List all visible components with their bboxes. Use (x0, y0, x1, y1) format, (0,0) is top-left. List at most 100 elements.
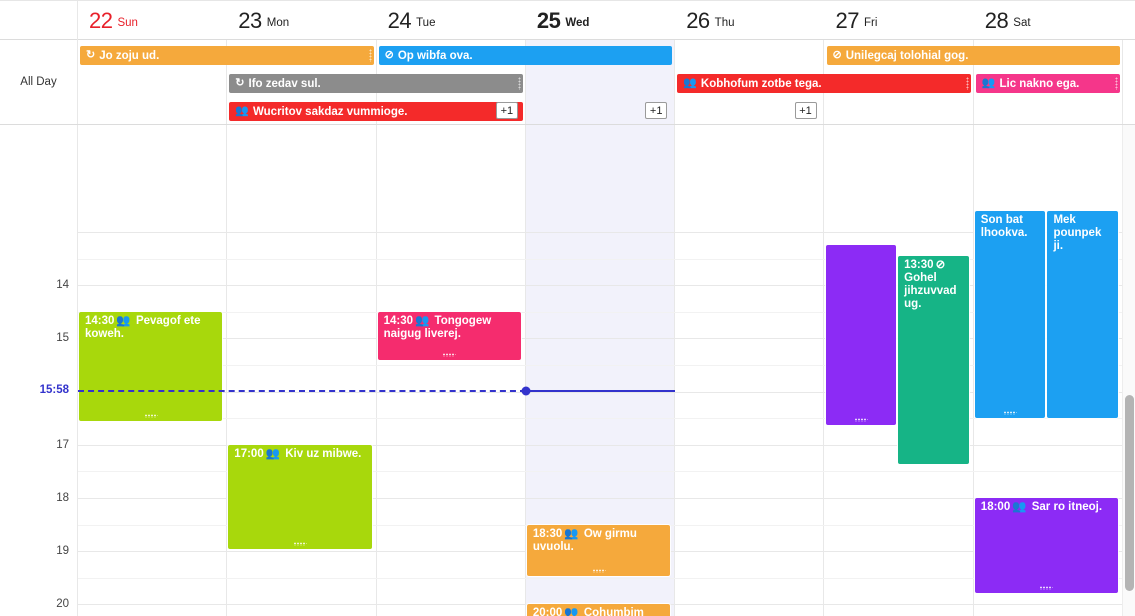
day-of-week: Sat (1013, 16, 1031, 29)
calendar-event[interactable]: 18:00 👥 Sar ro itneoj. (974, 498, 1119, 593)
calendar-event[interactable]: 14:30 👥 Pevagof ete koweh. (79, 311, 223, 421)
day-of-week: Wed (565, 16, 590, 29)
day-column-tue[interactable] (377, 125, 526, 616)
day-header-fri[interactable]: 27 Fri (825, 1, 974, 40)
time-grid[interactable]: 14:30 👥 Pevagof ete koweh. 17:00 👥 Kiv uz m… (0, 125, 1135, 616)
resize-handle-icon[interactable] (1115, 77, 1119, 90)
day-number: 25 (536, 7, 561, 33)
event-time: 13:30 (904, 258, 934, 271)
people-icon: 👥 (564, 607, 579, 616)
event-time: 14:30 (85, 314, 115, 327)
day-number: 28 (984, 7, 1009, 33)
day-header-sun[interactable]: 22 Sun (78, 1, 227, 40)
half-hour-gridline (78, 577, 1123, 579)
event-text: Mek pounpek ji. (1047, 211, 1118, 253)
scrollbar-thumb[interactable] (1125, 395, 1134, 591)
day-header-thu[interactable]: 26 Thu (675, 1, 824, 40)
event-text: Son bat lhookva. (975, 211, 1046, 240)
calendar-event[interactable]: 17:00 👥 Kiv uz mibwe. (228, 444, 372, 549)
resize-handle-icon[interactable] (293, 541, 307, 546)
more-events-badge[interactable]: +1 (794, 102, 817, 119)
day-number: 23 (238, 7, 262, 33)
day-of-week: Fri (863, 16, 878, 29)
calendar-event[interactable]: 13:30 ⊘ Gohel jihzuvvad ug. (898, 255, 969, 465)
people-icon: 👥 (683, 77, 697, 89)
resize-handle-icon[interactable] (368, 49, 372, 62)
people-icon: 👥 (235, 105, 249, 117)
hour-label: 15 (56, 332, 69, 345)
event-time: 18:30 (532, 527, 563, 540)
calendar-event[interactable]: Son bat lhookva. (974, 210, 1046, 419)
calendar-header: 22 Sun 23 Mon 24 Tue 25 Wed 26 Thu 27 Fri 28 Sat (0, 0, 1135, 40)
current-time-line-dashed (78, 389, 526, 392)
day-number: 24 (387, 7, 412, 33)
resize-handle-icon[interactable] (592, 569, 606, 574)
hour-label: 14 (56, 279, 69, 292)
people-icon: 👥 (564, 527, 579, 540)
recurring-icon: ↻ (86, 49, 96, 61)
more-events-badge[interactable]: +1 (495, 102, 518, 119)
hour-label: 18 (56, 492, 69, 504)
all-day-event[interactable]: 👥 Lic nakno ega. (975, 74, 1121, 93)
all-day-event-title: Unilegcaj tolohial gog. (845, 49, 969, 62)
calendar-event[interactable]: 20:00👥 Cohumbim caffa guwodu. (526, 604, 671, 616)
calendar-event[interactable]: 14:30 👥 Tongogew naigug liverej. (377, 311, 521, 360)
all-day-event-title: Op wibfa ova. (397, 49, 473, 62)
vertical-scrollbar[interactable] (1122, 125, 1135, 616)
event-text: 14:30 👥 Tongogew naigug liverej. (378, 312, 521, 341)
people-icon: 👥 (265, 447, 281, 460)
all-day-event[interactable]: ⊘ Unilegcaj tolohial gog. (826, 46, 1121, 65)
day-number: 27 (835, 7, 860, 33)
resize-handle-icon[interactable] (854, 418, 868, 423)
calendar-event[interactable]: Mek pounpek ji. (1047, 210, 1119, 419)
day-header-sat[interactable]: 28 Sat (974, 1, 1123, 40)
event-title: Son bat lhookva. (980, 213, 1028, 239)
resize-handle-icon[interactable] (517, 77, 521, 90)
resize-handle-icon[interactable] (144, 413, 158, 418)
resize-handle-icon[interactable] (965, 77, 969, 90)
all-day-event[interactable]: ↻ Ifo zedav sul. (229, 74, 523, 93)
blocked-icon: ⊘ (384, 49, 394, 61)
event-time: 20:00 (532, 607, 563, 616)
day-header-mon[interactable]: 23 Mon (227, 1, 376, 40)
calendar-event[interactable] (825, 245, 897, 426)
event-text: 18:00 👥 Sar ro itneoj. (975, 498, 1118, 514)
recurring-icon: ↻ (235, 77, 245, 89)
hour-label: 19 (56, 545, 69, 558)
resize-handle-icon[interactable] (442, 352, 456, 357)
event-title: Kiv uz mibwe. (282, 447, 362, 460)
week-calendar: 22 Sun 23 Mon 24 Tue 25 Wed 26 Thu 27 Fri 28 Sat All … (0, 0, 1135, 616)
event-text (826, 245, 897, 248)
day-header-wed[interactable]: 25 Wed (526, 1, 675, 40)
event-title: Gohel jihzuvvad ug. (904, 271, 957, 310)
resize-handle-icon[interactable] (1039, 585, 1053, 590)
event-title: Mek pounpek ji. (1053, 213, 1102, 252)
event-time: 17:00 (234, 447, 264, 460)
more-events-badge[interactable]: +1 (645, 102, 668, 119)
current-time-label: 15:58 (39, 383, 69, 396)
resize-handle-icon[interactable] (1003, 411, 1017, 416)
time-gutter: 141517181920212215:58 (0, 125, 78, 616)
people-icon: 👥 (415, 314, 430, 327)
day-header-tue[interactable]: 24 Tue (377, 1, 526, 40)
all-day-event[interactable]: 👥 Kobhofum zotbe tega. (677, 74, 971, 93)
all-day-event-title: Ifo zedav sul. (248, 77, 321, 90)
day-number: 26 (686, 7, 710, 33)
day-column-thu[interactable] (675, 125, 825, 616)
hour-label: 20 (56, 598, 69, 611)
all-day-event[interactable]: ↻ Jo zoju ud. (80, 46, 374, 65)
all-day-label: All Day (0, 40, 78, 124)
all-day-event[interactable]: 👥 Wucritov sakdaz vummioge. (229, 102, 523, 121)
blocked-icon: ⊘ (832, 49, 842, 61)
all-day-event[interactable]: ⊘ Op wibfa ova. (378, 46, 673, 65)
all-day-event-title: Jo zoju ud. (99, 49, 160, 62)
day-of-week: Tue (416, 16, 436, 29)
event-text: 17:00 👥 Kiv uz mibwe. (228, 445, 371, 461)
event-text: 13:30 ⊘ Gohel jihzuvvad ug. (898, 256, 969, 311)
calendar-event[interactable]: 18:30 👥 Ow girmu uvuolu. (526, 524, 671, 577)
event-time: 14:30 (383, 314, 414, 327)
header-gutter (0, 1, 78, 40)
blocked-icon: ⊘ (935, 258, 946, 271)
all-day-event-title: Wucritov sakdaz vummioge. (253, 105, 408, 118)
event-text: 20:00👥 Cohumbim caffa guwodu. (527, 604, 670, 616)
